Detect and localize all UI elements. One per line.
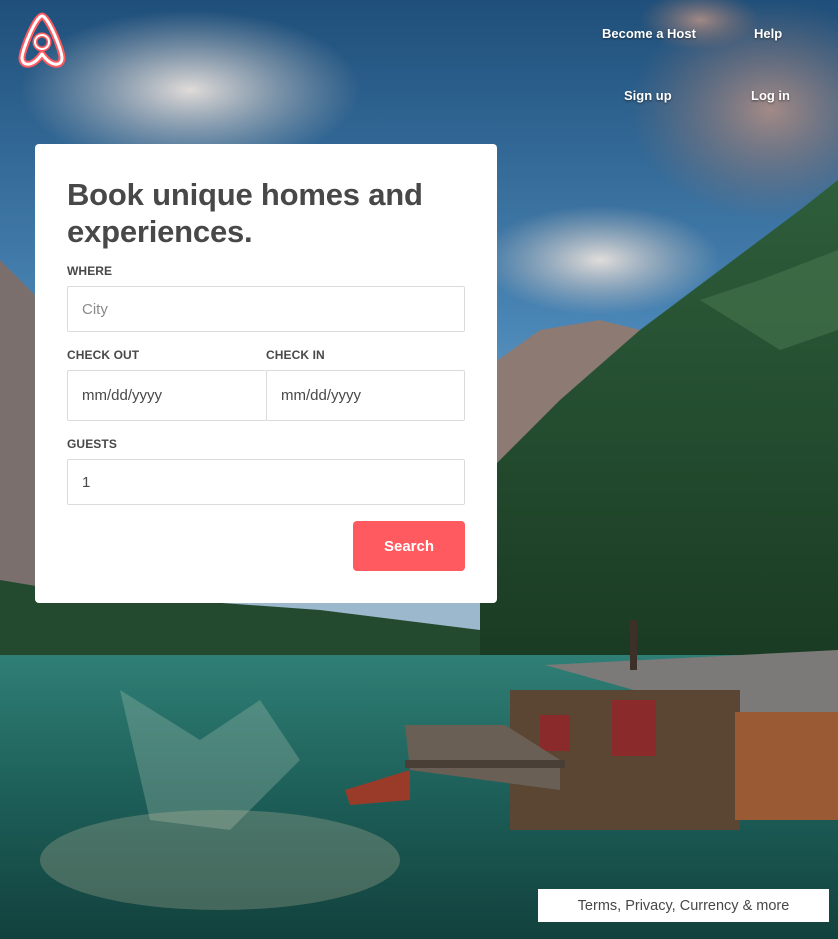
log-in-link[interactable]: Log in [751,88,790,103]
help-link[interactable]: Help [754,26,782,41]
become-host-link[interactable]: Become a Host [602,26,696,41]
checkin-date-value: mm/dd/yyyy [281,387,362,404]
where-label: WHERE [67,264,113,278]
guests-input[interactable]: 1 [67,459,465,505]
where-placeholder: City [82,300,108,318]
airbnb-logo-icon[interactable] [14,10,70,72]
search-card: Book unique homes and experiences. WHERE… [35,144,497,603]
where-input[interactable]: City [67,286,465,332]
checkin-date-input[interactable]: mm/dd/yyyy [266,370,465,421]
sign-up-link[interactable]: Sign up [624,88,672,103]
checkout-date-input[interactable]: mm/dd/yyyy [67,370,267,421]
guests-value: 1 [82,473,91,491]
footer-terms-link[interactable]: Terms, Privacy, Currency & more [538,889,829,922]
checkin-label: CHECK IN [266,348,325,362]
search-button[interactable]: Search [353,521,465,571]
card-title: Book unique homes and experiences. [67,177,423,249]
checkout-label: CHECK OUT [67,348,140,362]
guests-label: GUESTS [67,437,117,451]
checkout-date-value: mm/dd/yyyy [82,387,163,404]
